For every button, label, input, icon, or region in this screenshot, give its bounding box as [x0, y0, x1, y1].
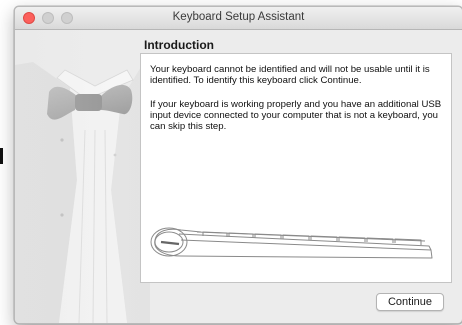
window-title: Keyboard Setup Assistant	[172, 11, 305, 23]
keyboard-outline-icon	[150, 227, 433, 259]
continue-button[interactable]: Continue	[376, 293, 444, 311]
keyboard-setup-window: Keyboard Setup Assistant Introduction Yo…	[14, 6, 462, 324]
desktop: Keyboard Setup Assistant Introduction Yo…	[0, 0, 462, 325]
skip-paragraph: If your keyboard is working properly and…	[150, 99, 442, 133]
background-window-edge	[0, 148, 3, 164]
intro-paragraph: Your keyboard cannot be identified and w…	[150, 64, 430, 87]
content-panel: Your keyboard cannot be identified and w…	[140, 53, 452, 283]
page-heading: Introduction	[144, 38, 214, 52]
title-bar[interactable]: Keyboard Setup Assistant	[15, 7, 462, 30]
tuxedo-bowtie-icon	[15, 30, 150, 323]
